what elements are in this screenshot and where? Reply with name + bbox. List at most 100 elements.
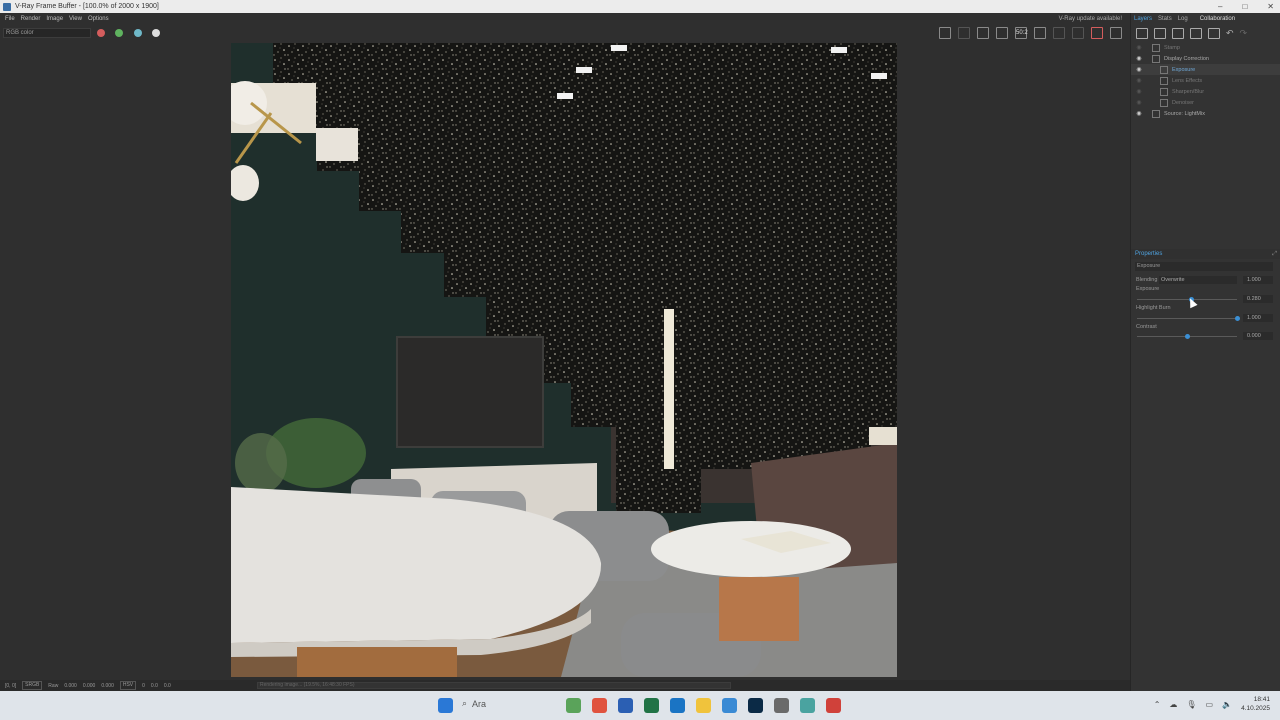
add-layer-icon[interactable] [1136,27,1148,39]
channel-select[interactable]: RGB color [3,28,91,38]
contrast-label: Contrast [1136,324,1157,330]
layer-row[interactable]: ◉ Lens Effects [1131,75,1280,86]
hsv-label[interactable]: HSV [119,681,137,690]
blending-select[interactable]: Overwrite [1159,276,1237,284]
layer-name-field[interactable]: Exposure [1135,262,1273,271]
excel-app-icon[interactable] [644,698,659,713]
save-all-icon[interactable] [958,27,970,39]
photoshop-app-icon[interactable] [748,698,763,713]
window-controls: – □ ✕ [1218,0,1274,13]
outlook-app-icon[interactable] [670,698,685,713]
layer-row[interactable]: ◉ Exposure [1131,64,1280,75]
stop-render-icon[interactable] [1091,27,1103,39]
compare-icon[interactable] [996,27,1008,39]
raw-value-r: 0.000 [64,682,77,689]
cloud-icon[interactable]: ☁ [1169,700,1177,709]
clock[interactable]: 18:41 4.10.2025 [1241,695,1270,713]
network-icon[interactable]: ▭ [1206,700,1214,709]
save-layers-icon[interactable] [1190,27,1202,39]
layer-row[interactable]: ◉ Source: LightMix [1131,108,1280,119]
blending-amount[interactable]: 1.000 [1243,276,1273,284]
update-notice[interactable]: V-Ray update available! [1059,16,1122,22]
raw-label: Raw [48,682,59,689]
menu-image[interactable]: Image [46,16,63,22]
panel-tabs: Layers Stats Log Collaboration [1131,13,1280,24]
toolbar-icons: 50:2 [939,27,1122,39]
eye-icon[interactable]: ◉ [1134,110,1144,117]
chevron-up-icon[interactable]: ⌃ [1154,700,1161,709]
sketchup-app-icon[interactable] [826,698,841,713]
render-progress: Rendering image... (19.5%, 16:48:30 FPS) [257,682,731,689]
taskbar-search[interactable]: ⌕ Ara [462,698,486,709]
eye-icon[interactable]: ◉ [1134,66,1144,73]
layer-row[interactable]: ◉ Denoiser [1131,97,1280,108]
layer-row[interactable]: ◉ Stamp [1131,42,1280,53]
close-button[interactable]: ✕ [1267,0,1274,13]
contrast-value[interactable]: 0.000 [1243,332,1273,340]
zoom-badge[interactable]: 50:2 [1015,27,1028,39]
tab-collaboration[interactable]: Collaboration [1200,16,1235,22]
tab-log[interactable]: Log [1178,16,1188,22]
minimize-button[interactable]: – [1218,0,1222,13]
layer-label: Source: LightMix [1164,110,1205,117]
color-mode[interactable]: SRGB [22,681,43,690]
undo-icon[interactable]: ↶ [1226,28,1234,39]
layer-label: Exposure [1172,66,1196,73]
highlight-burn-value[interactable]: 1.000 [1243,314,1273,322]
file-explorer-app-icon[interactable] [696,698,711,713]
save-icon[interactable] [939,27,951,39]
load-layers-icon[interactable] [1172,27,1184,39]
layer-presets-icon[interactable] [1208,27,1220,39]
layer-type-icon [1160,87,1168,96]
start-icon[interactable] [438,698,453,713]
eye-icon[interactable]: ◉ [1134,77,1144,84]
calculator-app-icon[interactable] [774,698,789,713]
contrast-slider[interactable] [1137,334,1237,339]
layer-row[interactable]: ◉ Display Correction [1131,53,1280,64]
eye-icon[interactable]: ◉ [1134,44,1144,51]
eye-icon[interactable]: ◉ [1134,99,1144,106]
fit-view-icon[interactable] [1034,27,1046,39]
menu-options[interactable]: Options [88,16,109,22]
chrome-app-icon[interactable] [592,698,607,713]
red-channel-button[interactable] [97,29,105,37]
track-mouse-icon[interactable] [1072,27,1084,39]
vray-app-icon[interactable] [800,698,815,713]
pin-icon[interactable]: ⤢ [1272,249,1277,259]
layer-label: Lens Effects [1172,77,1203,84]
redo-icon[interactable]: ↷ [1240,28,1248,39]
layer-row[interactable]: ◉ Sharpen/Blur [1131,86,1280,97]
mic-icon[interactable]: 🎙 [1186,700,1196,709]
highlight-burn-slider-knob[interactable] [1234,316,1240,321]
menu-file[interactable]: File [5,16,15,22]
mono-channel-button[interactable] [152,29,160,37]
eye-icon[interactable]: ◉ [1134,88,1144,95]
render-image[interactable] [231,43,897,677]
tab-layers[interactable]: Layers [1134,16,1152,22]
volume-icon[interactable]: 🔈 [1222,700,1232,709]
photos-app-icon[interactable] [566,698,581,713]
layers-list: ◉ Stamp ◉ Display Correction ◉ Exposure ◉ Lens … [1131,42,1280,119]
menu-render[interactable]: Render [21,16,41,22]
windows-taskbar: ⌕ Ara ⌃ ☁ 🎙 ▭ 🔈 18:41 4.10.2025 [0,691,1280,720]
exposure-value[interactable]: 0.280 [1243,295,1273,303]
hsv-value-v: 0.0 [163,682,171,689]
maximize-button[interactable]: □ [1242,0,1247,13]
menu-view[interactable]: View [69,16,82,22]
render-viewport[interactable] [0,43,1130,680]
add-correction-icon[interactable] [1154,27,1166,39]
render-icon[interactable] [1110,27,1122,39]
blending-label: Blending [1136,277,1158,283]
blue-channel-button[interactable] [134,29,142,37]
lock-icon[interactable] [1053,27,1065,39]
contrast-slider-knob[interactable] [1184,334,1190,339]
tab-stats[interactable]: Stats [1158,16,1172,22]
snipping-tool-app-icon[interactable] [722,698,737,713]
region-render-icon[interactable] [977,27,989,39]
eye-icon[interactable]: ◉ [1134,55,1144,62]
highlight-burn-slider[interactable] [1137,316,1240,321]
search-icon: ⌕ [462,698,468,708]
search-input[interactable]: Ara [472,699,486,709]
green-channel-button[interactable] [115,29,123,37]
word-app-icon[interactable] [618,698,633,713]
